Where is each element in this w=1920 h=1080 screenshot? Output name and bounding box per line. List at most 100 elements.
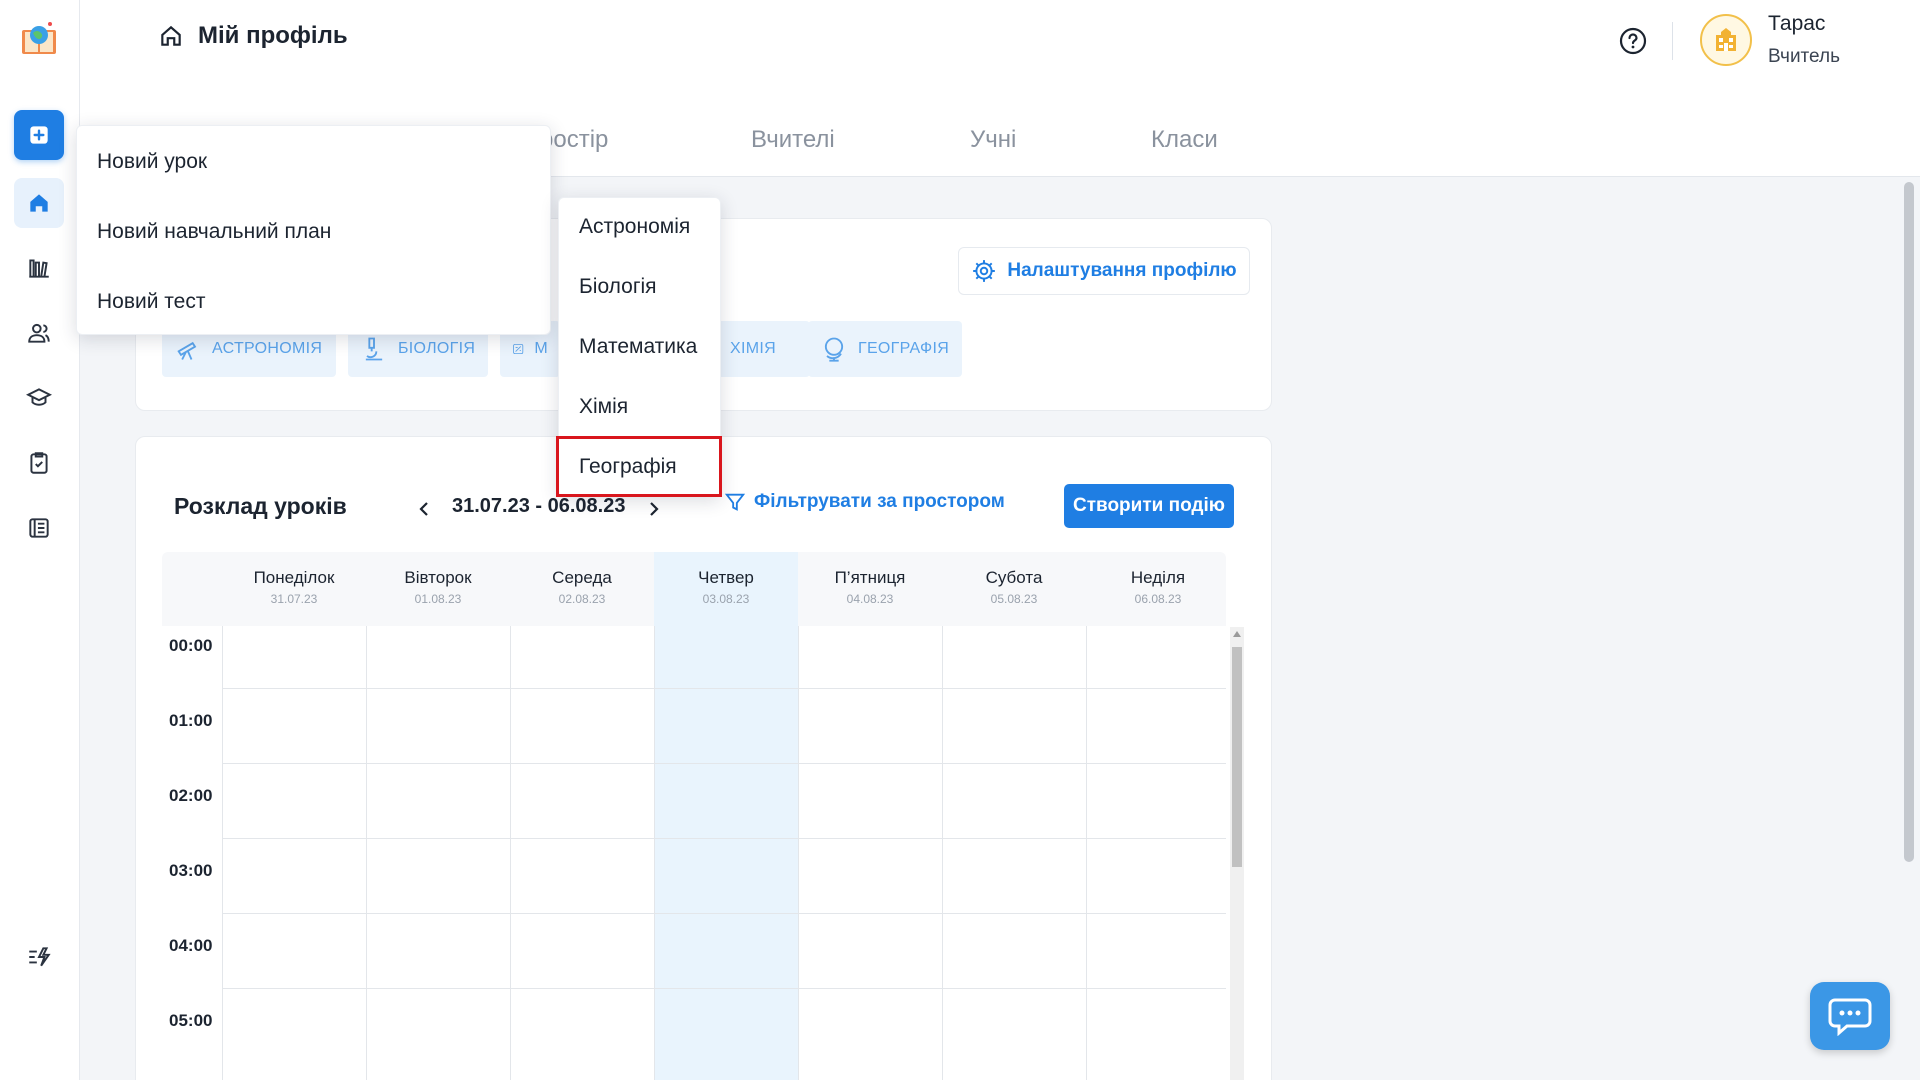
help-button[interactable] xyxy=(1618,26,1648,56)
menu-item-new-curriculum[interactable]: Новий навчальний план xyxy=(97,220,331,244)
day-column[interactable] xyxy=(798,552,942,1080)
day-header-today: Четвер 03.08.23 xyxy=(654,552,798,626)
day-date: 06.08.23 xyxy=(1134,592,1182,606)
chat-bubble-icon xyxy=(1828,998,1872,1036)
highlight-box xyxy=(556,436,722,497)
chevron-right-icon[interactable] xyxy=(644,497,664,521)
avatar[interactable] xyxy=(1700,14,1752,66)
subject-option-astronomy[interactable]: Астрономія xyxy=(579,215,690,239)
users-icon xyxy=(28,323,50,343)
tab-students[interactable]: Учні xyxy=(970,126,1016,154)
day-date: 04.08.23 xyxy=(846,592,894,606)
subject-chip-geography[interactable]: Географія xyxy=(808,321,962,377)
plus-square-icon xyxy=(30,126,48,144)
day-header: Понеділок 31.07.23 xyxy=(222,552,366,626)
sidebar xyxy=(0,0,80,1080)
subject-option-chemistry[interactable]: Хімія xyxy=(579,395,628,419)
sidebar-item-home[interactable] xyxy=(14,178,64,228)
home-icon xyxy=(30,194,48,212)
question-circle-icon xyxy=(1619,27,1647,55)
sidebar-item-journal[interactable] xyxy=(14,503,64,553)
hour-line xyxy=(222,688,1226,689)
hour-label: 00:00 xyxy=(169,636,213,655)
day-column[interactable] xyxy=(222,552,366,1080)
subject-option-math[interactable]: Математика xyxy=(579,335,697,359)
sidebar-item-users[interactable] xyxy=(14,308,64,358)
sidebar-item-tests[interactable] xyxy=(14,438,64,488)
day-name: Середа xyxy=(552,568,612,587)
gear-icon xyxy=(973,260,996,282)
page-title: Мій профіль xyxy=(158,22,348,50)
scroll-thumb[interactable] xyxy=(1232,647,1242,867)
journal-icon xyxy=(29,518,49,538)
microscope-icon xyxy=(365,337,383,361)
day-header: Вівторок 01.08.23 xyxy=(366,552,510,626)
user-role: Вчитель xyxy=(1768,46,1840,67)
schedule-card: Розклад уроків 31.07.23 - 06.08.23 Фільт… xyxy=(135,436,1272,1080)
header-divider xyxy=(1672,22,1673,60)
day-name: Вівторок xyxy=(404,568,472,587)
hour-label: 01:00 xyxy=(169,711,213,730)
day-header: Середа 02.08.23 xyxy=(510,552,654,626)
add-new-button[interactable] xyxy=(14,110,64,160)
hour-line xyxy=(222,913,1226,914)
sidebar-item-updates[interactable] xyxy=(14,932,64,982)
scroll-up-arrow[interactable] xyxy=(1233,631,1241,637)
lightning-list-icon xyxy=(29,947,51,967)
home-outline-icon xyxy=(161,25,181,46)
day-date: 31.07.23 xyxy=(270,592,318,606)
day-date: 03.08.23 xyxy=(702,592,750,606)
top-header: Мій профіль Тарас Вчитель xyxy=(80,0,1920,80)
day-column[interactable] xyxy=(510,552,654,1080)
tab-classes[interactable]: Класи xyxy=(1151,126,1218,154)
sidebar-item-courses[interactable] xyxy=(14,373,64,423)
schedule-grid-header: Понеділок 31.07.23 Вівторок 01.08.23 Серед… xyxy=(162,552,1226,626)
hour-label: 05:00 xyxy=(169,1011,213,1030)
day-column[interactable] xyxy=(1086,552,1230,1080)
app-logo[interactable] xyxy=(18,18,60,60)
chip-label: Астрономія xyxy=(212,340,323,357)
create-event-button[interactable]: Створити подію xyxy=(1064,484,1234,528)
chevron-left-icon[interactable] xyxy=(414,497,434,521)
school-icon xyxy=(1716,28,1736,51)
menu-item-new-test[interactable]: Новий тест xyxy=(97,290,205,314)
hour-label: 02:00 xyxy=(169,786,213,805)
telescope-icon xyxy=(177,341,197,360)
chat-button[interactable] xyxy=(1810,982,1890,1050)
graduation-cap-icon xyxy=(26,388,52,406)
day-name: П’ятниця xyxy=(834,568,906,587)
user-name[interactable]: Тарас xyxy=(1768,12,1825,36)
page-title-text: Мій профіль xyxy=(198,22,348,49)
math-icon xyxy=(513,343,524,355)
day-header: Субота 05.08.23 xyxy=(942,552,1086,626)
day-header: Неділя 06.08.23 xyxy=(1086,552,1230,626)
hour-line xyxy=(222,988,1226,989)
chip-label: Біологія xyxy=(398,340,476,357)
filter-icon xyxy=(724,493,746,511)
profile-settings-button[interactable]: Налаштування профілю xyxy=(958,247,1250,295)
subject-chip-chemistry[interactable]: Хімія xyxy=(718,321,810,377)
day-name: Субота xyxy=(985,568,1043,587)
sidebar-item-library[interactable] xyxy=(14,243,64,293)
page-scrollbar[interactable] xyxy=(1904,182,1914,862)
schedule-grid: Понеділок 31.07.23 Вівторок 01.08.23 Серед… xyxy=(162,552,1226,1080)
checklist-icon xyxy=(30,452,48,474)
chip-label: М xyxy=(534,340,548,357)
globe-icon xyxy=(824,337,844,362)
day-column[interactable] xyxy=(942,552,1086,1080)
schedule-scrollbar[interactable] xyxy=(1230,627,1244,1080)
subject-option-biology[interactable]: Біологія xyxy=(579,275,657,299)
hour-label: 04:00 xyxy=(169,936,213,955)
chip-label: Хімія xyxy=(730,340,776,357)
menu-item-new-lesson[interactable]: Новий урок xyxy=(97,150,207,174)
day-date: 01.08.23 xyxy=(414,592,462,606)
profile-settings-label: Налаштування профілю xyxy=(1007,260,1237,281)
new-item-menu: Новий урок Новий навчальний план Новий т… xyxy=(76,125,551,335)
day-header: П’ятниця 04.08.23 xyxy=(798,552,942,626)
tab-teachers[interactable]: Вчителі xyxy=(751,126,835,154)
filter-by-space-button[interactable]: Фільтрувати за простором xyxy=(724,491,1005,513)
hour-label: 03:00 xyxy=(169,861,213,880)
day-name: Понеділок xyxy=(253,568,335,587)
day-column[interactable] xyxy=(366,552,510,1080)
day-column-today[interactable] xyxy=(654,552,798,1080)
